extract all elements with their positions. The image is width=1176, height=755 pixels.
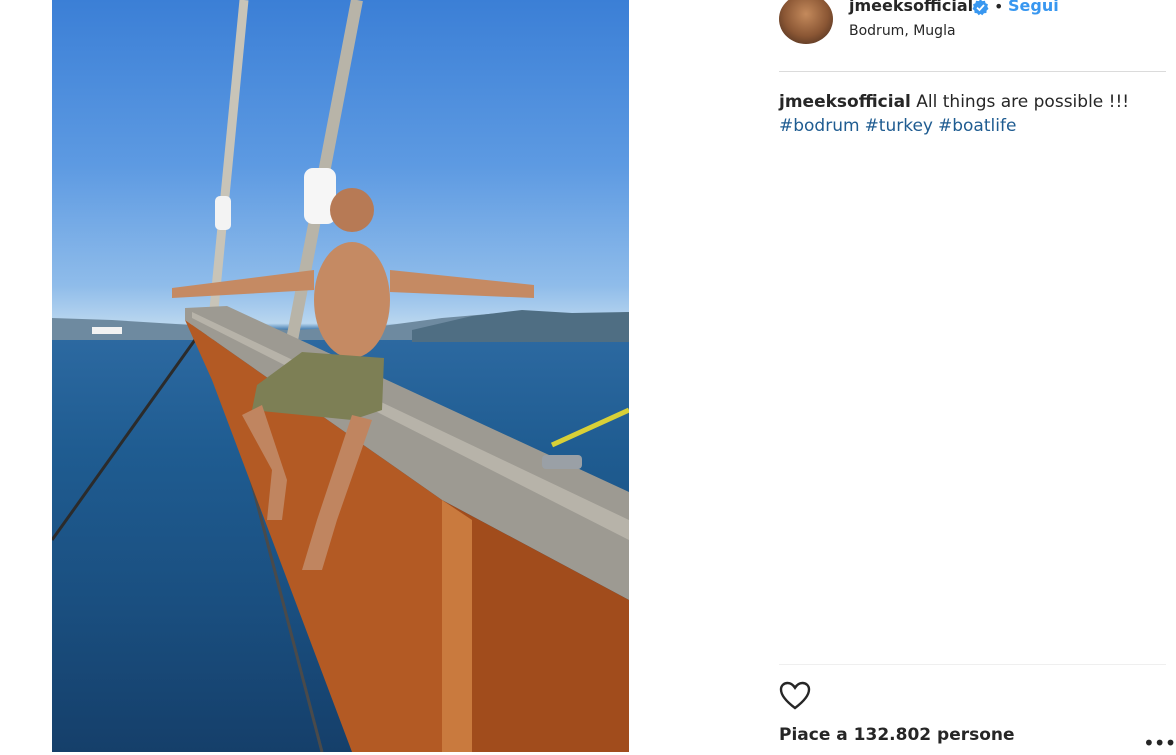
post-location[interactable]: Bodrum, Mugla [849,23,956,39]
caption-username[interactable]: jmeeksofficial [779,92,911,112]
post-actions: Piace a 132.802 persone ••• [779,664,1176,755]
post-username[interactable]: jmeeksofficial [849,0,973,15]
post-header: jmeeksofficial • Segui Bodrum, Mugla [779,0,1166,72]
hashtag-link[interactable]: #boatlife [938,116,1016,136]
likes-count[interactable]: Piace a 132.802 persone [779,725,1015,745]
photo-scene [52,0,629,752]
hashtag-link[interactable]: #bodrum [779,116,860,136]
more-options-icon[interactable]: ••• [1143,731,1176,755]
post-caption: jmeeksofficial All things are possible !… [779,90,1166,138]
separator-dot: • [994,0,1004,16]
caption-text: All things are possible !!! [916,92,1130,112]
hashtag-link[interactable]: #turkey [865,116,933,136]
heart-icon[interactable] [779,681,811,711]
post-photo[interactable] [52,0,629,752]
hashtag-list: #bodrum #turkey #boatlife [779,114,1166,138]
follow-button[interactable]: Segui [1008,0,1059,15]
avatar[interactable] [779,0,833,44]
verified-badge-icon [972,0,989,16]
